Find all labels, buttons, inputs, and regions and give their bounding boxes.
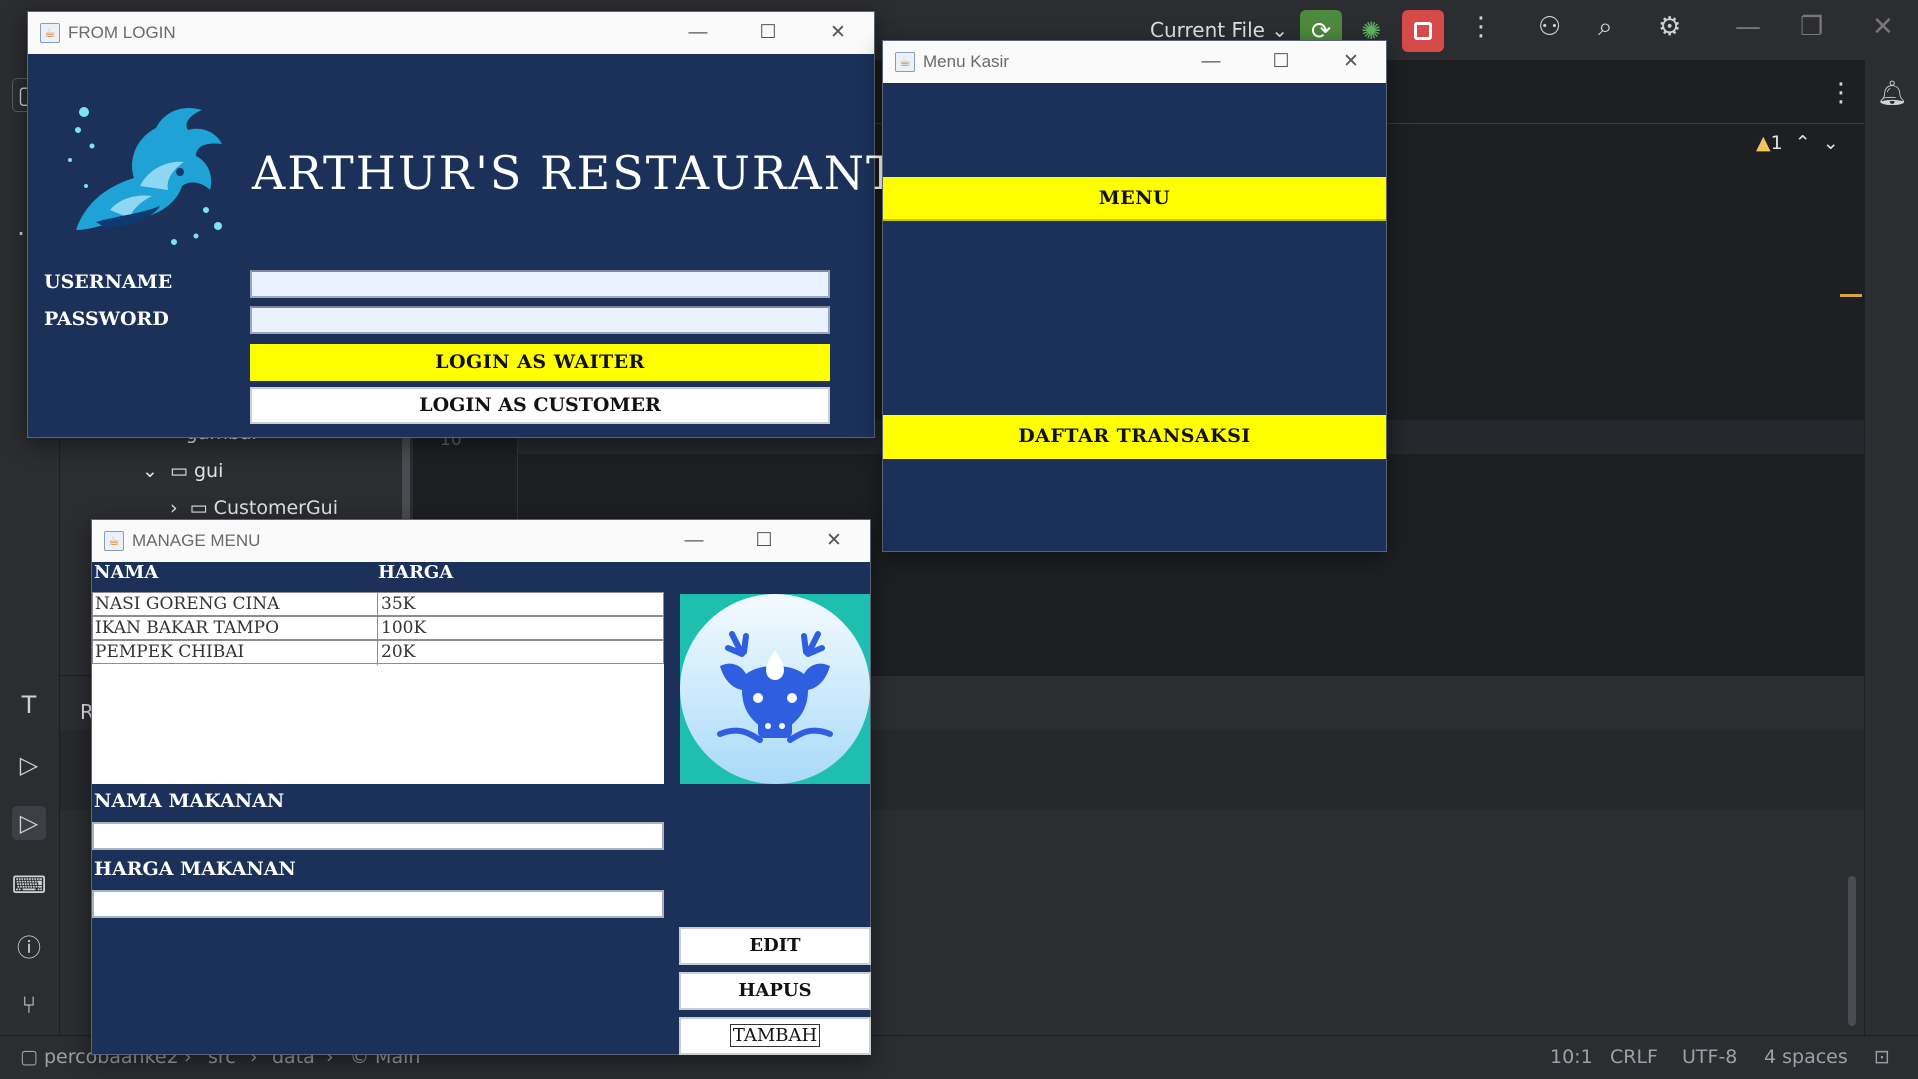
indent-setting[interactable]: 4 spaces [1764,1046,1848,1068]
warning-indicator[interactable]: ▲1 ⌃ ⌄ [1756,132,1839,154]
column-header-harga[interactable]: HARGA [378,562,453,583]
run-tool-icon[interactable]: ▷ [12,806,46,840]
column-header-nama[interactable]: NAMA [94,562,158,583]
close-button[interactable]: ✕ [816,18,860,48]
password-label: PASSWORD [44,308,169,330]
close-button[interactable]: ✕ [812,526,856,556]
cell-harga: 100K [381,618,427,638]
java-icon: ☕︎ [40,23,60,43]
kasir-titlebar[interactable]: ☕︎ Menu Kasir — ☐ ✕ [883,41,1386,83]
run-panel-scrollbar[interactable] [1848,876,1856,1026]
cell-harga: 35K [381,594,416,614]
hapus-button[interactable]: HAPUS [679,972,871,1010]
cell-nama: PEMPEK CHIBAI [95,642,245,662]
minimize-button[interactable]: — [672,526,716,556]
notifications-icon[interactable]: 🔔︎ [1875,76,1909,110]
add-user-icon[interactable]: ⚇ [1538,14,1561,40]
window-title: MANAGE MENU [132,531,261,550]
login-waiter-button[interactable]: LOGIN AS WAITER [250,344,830,381]
nama-makanan-field[interactable] [92,822,664,850]
stop-button[interactable] [1402,10,1444,52]
login-customer-button[interactable]: LOGIN AS CUSTOMER [250,387,830,424]
java-icon: ☕︎ [104,531,124,551]
warning-stripe [1840,294,1862,297]
maximize-button[interactable]: ☐ [746,18,790,48]
close-button[interactable]: ✕ [1329,47,1373,77]
gear-icon[interactable]: ⚙ [1658,14,1681,40]
java-icon: ☕︎ [895,52,915,72]
problems-icon[interactable]: ⓘ [12,928,46,962]
manage-titlebar[interactable]: ☕︎ MANAGE MENU — ☐ ✕ [92,520,870,562]
file-encoding[interactable]: UTF-8 [1682,1046,1737,1068]
restore-icon[interactable]: ❐ [1800,14,1823,40]
tree-class-customergui[interactable]: › ▭ CustomerGui [170,497,338,519]
lock-icon[interactable]: ⊡ [1874,1046,1890,1068]
search-icon[interactable]: ⌕ [1598,14,1613,40]
git-icon[interactable]: ⑂ [12,988,46,1022]
minimize-icon[interactable]: — [1735,14,1761,40]
terminal-icon[interactable]: ⌨ [12,868,47,902]
close-icon[interactable]: ✕ [1872,14,1894,40]
kasir-window: ☕︎ Menu Kasir — ☐ ✕ MENU DAFTAR TRANSAKS… [882,40,1387,552]
edit-button[interactable]: EDIT [679,927,871,965]
run-config-selector[interactable]: Current File ⌄ [1150,18,1288,42]
line-ending[interactable]: CRLF [1610,1046,1658,1068]
cell-harga: 20K [381,642,416,662]
harga-makanan-field[interactable] [92,890,664,918]
tambah-button[interactable]: TAMBAH [679,1017,871,1055]
harga-makanan-label: HARGA MAKANAN [94,858,296,880]
username-label: USERNAME [44,271,173,293]
text-tool-icon[interactable]: T [12,688,46,722]
table-row[interactable]: NASI GORENG CINA 35K [92,592,664,617]
tambah-button-label: TAMBAH [729,1024,821,1047]
maximize-button[interactable]: ☐ [742,526,786,556]
cell-nama: NASI GORENG CINA [95,594,280,614]
cursor-position[interactable]: 10:1 [1550,1046,1593,1068]
daftar-transaksi-button[interactable]: DAFTAR TRANSAKSI [883,415,1386,459]
username-field[interactable] [250,270,830,298]
right-tool-strip: 🔔︎ [1864,60,1918,1035]
dragon-logo-icon [68,107,222,245]
editor-options-icon[interactable]: ⋮ [1828,80,1854,106]
maximize-button[interactable]: ☐ [1259,47,1303,77]
tree-folder-gui[interactable]: ⌄ ▭ gui [142,460,223,482]
password-field[interactable] [250,306,830,334]
login-titlebar[interactable]: ☕︎ FROM LOGIN — ☐ ✕ [28,12,874,54]
menu-table: NASI GORENG CINA 35K IKAN BAKAR TAMPO 10… [92,592,664,784]
login-window: ☕︎ FROM LOGIN — ☐ ✕ ARTHUR'S RESTAURANT … [27,11,897,438]
window-title: FROM LOGIN [68,23,176,42]
table-row[interactable]: IKAN BAKAR TAMPO 100K [92,616,664,641]
window-title: Menu Kasir [923,52,1009,71]
cell-nama: IKAN BAKAR TAMPO [95,618,280,638]
menu-button[interactable]: MENU [883,177,1386,221]
nama-makanan-label: NAMA MAKANAN [94,790,285,812]
minimize-button[interactable]: — [676,18,720,48]
table-row[interactable]: PEMPEK CHIBAI 20K [92,640,664,665]
minimize-button[interactable]: — [1189,47,1233,77]
more-vert-icon[interactable]: ⋮ [1468,14,1494,40]
bull-logo-icon [680,594,870,784]
services-icon[interactable]: ▷ [12,748,46,782]
manage-menu-window: ☕︎ MANAGE MENU — ☐ ✕ NAMA HARGA NASI GOR… [91,519,871,1055]
app-title: ARTHUR'S RESTAURANT [252,146,899,200]
